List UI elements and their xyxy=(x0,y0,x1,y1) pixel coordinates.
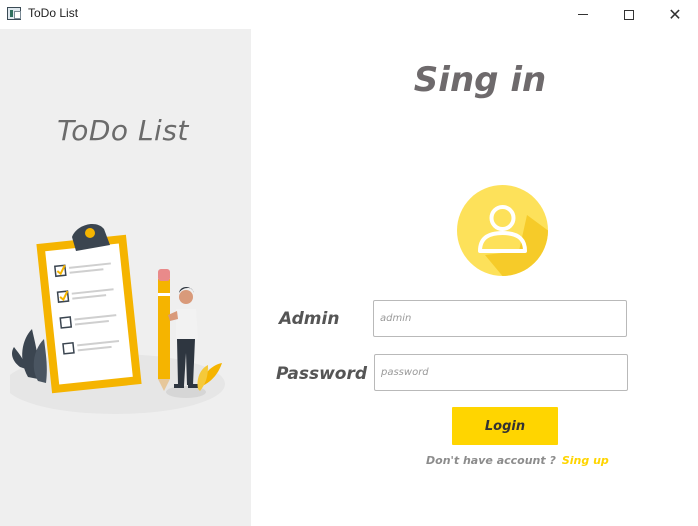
admin-input[interactable] xyxy=(373,300,627,337)
checklist-illustration xyxy=(10,223,225,414)
admin-label: Admin xyxy=(279,309,340,329)
user-icon xyxy=(457,185,548,276)
minimize-button[interactable] xyxy=(560,0,606,29)
password-label: Password xyxy=(276,364,368,384)
signup-link[interactable]: Sing up xyxy=(562,454,609,467)
signup-prompt: Don't have account ? xyxy=(426,454,556,467)
window-titlebar: ToDo List ✕ xyxy=(0,0,698,29)
brand-title: ToDo List xyxy=(57,114,189,147)
close-button[interactable]: ✕ xyxy=(652,0,698,29)
maximize-button[interactable] xyxy=(606,0,652,29)
maximize-icon xyxy=(624,9,634,20)
app-icon xyxy=(7,7,21,20)
login-button[interactable]: Login xyxy=(452,407,558,445)
signin-heading: Sing in xyxy=(413,60,547,100)
minimize-icon xyxy=(578,14,588,15)
password-input[interactable] xyxy=(374,354,628,391)
signup-row: Don't have account ? Sing up xyxy=(426,454,609,467)
left-panel: ToDo List xyxy=(0,29,251,526)
window-title: ToDo List xyxy=(28,6,79,20)
